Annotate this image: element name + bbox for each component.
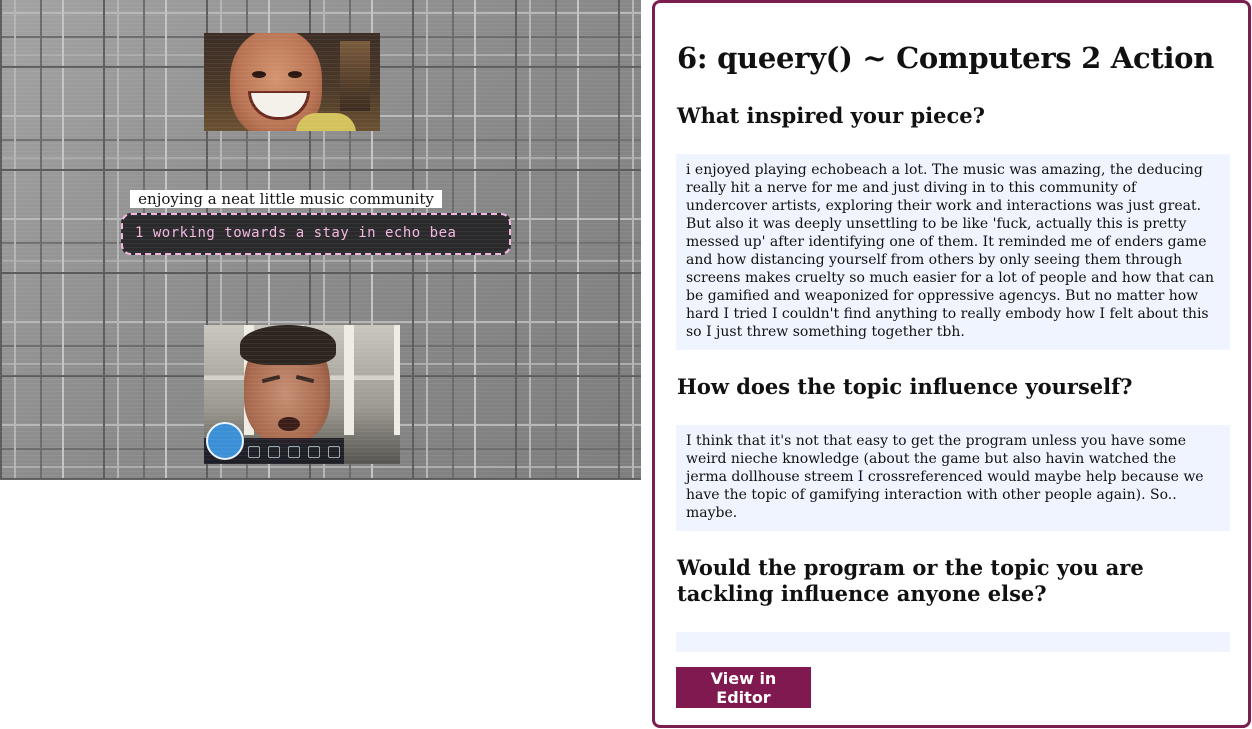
answer-inspiration: i enjoyed playing echobeach a lot. The m… xyxy=(676,154,1230,350)
scrolling-ticker: 1 working towards a stay in echo bea xyxy=(121,213,511,255)
question-heading-others-influence: Would the program or the topic you are t… xyxy=(677,555,1144,606)
app-logo-icon xyxy=(206,422,244,460)
view-in-editor-button[interactable]: View in Editor xyxy=(676,667,811,708)
answer-others-influence xyxy=(676,632,1230,652)
question-heading-self-influence: How does the topic influence yourself? xyxy=(677,374,1133,399)
sketch-canvas[interactable]: enjoying a neat little music community 1… xyxy=(0,0,641,480)
sketch-title: 6: queery() ~ Computers 2 Action xyxy=(677,41,1214,75)
sketch-description-panel: 6: queery() ~ Computers 2 Action What in… xyxy=(652,0,1251,728)
question-heading-inspiration: What inspired your piece? xyxy=(677,103,985,128)
answer-self-influence: I think that it's not that easy to get t… xyxy=(676,425,1230,531)
ticker-text: 1 working towards a stay in echo bea xyxy=(135,225,457,241)
shocked-face-image xyxy=(204,325,400,464)
canvas-caption: enjoying a neat little music community xyxy=(130,190,442,208)
laughing-face-image xyxy=(204,33,380,131)
